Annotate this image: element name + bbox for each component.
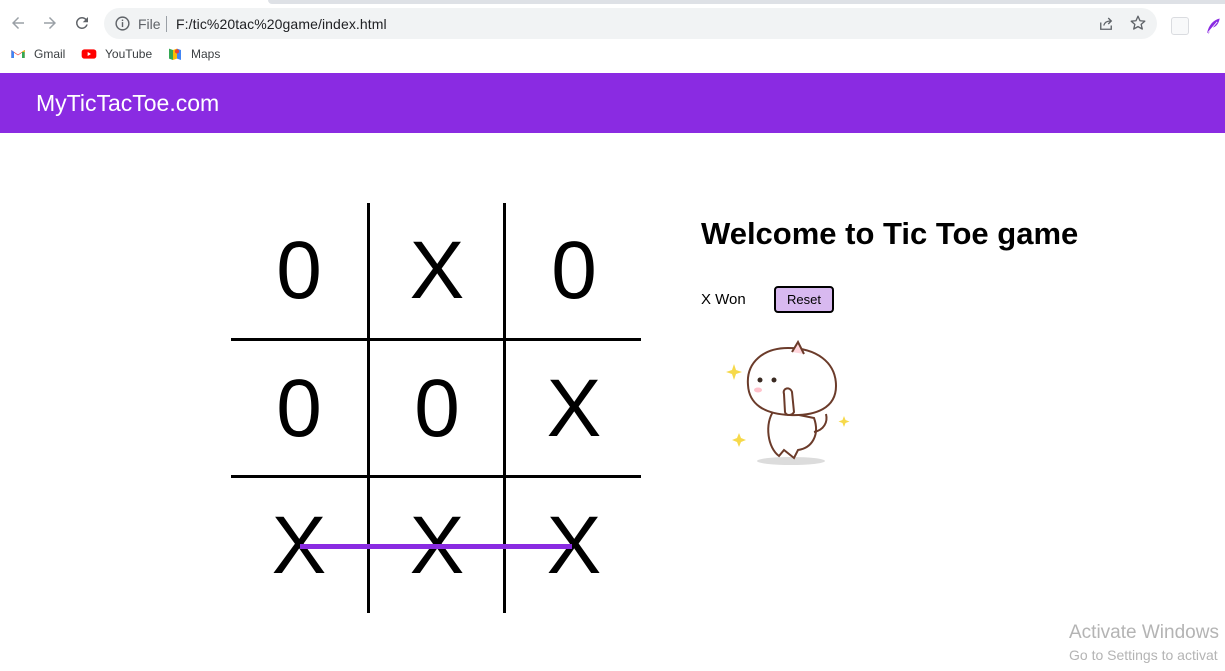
watermark-subtitle: Go to Settings to activat [1069,647,1218,663]
back-button[interactable] [4,9,32,37]
game-status: X Won [701,291,746,308]
scheme-label: File [138,16,161,32]
reload-button[interactable] [68,9,96,37]
forward-button[interactable] [36,9,64,37]
extension-icon[interactable] [1171,17,1189,35]
board-cell[interactable]: X [506,341,642,477]
bookmark-label: Gmail [34,47,66,61]
board-cell[interactable]: 0 [506,203,642,339]
browser-toolbar: File F:/tic%20tac%20game/index.html [0,4,1225,42]
feather-extension-icon[interactable] [1203,15,1223,37]
bookmark-label: Maps [191,47,221,61]
gmail-icon [11,50,25,58]
celebration-cat-image [726,340,850,465]
youtube-icon [81,49,97,59]
back-arrow-icon [12,17,24,29]
bookmarks-bar: Gmail YouTube Maps [0,42,1225,66]
windows-activation-watermark: Activate Windows Go to Settings to activ… [1069,622,1225,663]
reset-button[interactable]: Reset [774,286,834,313]
forward-arrow-icon [44,17,56,29]
info-icon[interactable] [114,15,131,32]
address-separator [166,16,167,32]
board-cell[interactable]: 0 [369,341,505,477]
bookmark-label: YouTube [105,47,153,61]
maps-icon [169,48,181,60]
bookmark-star-icon[interactable] [1129,14,1147,32]
page-title: Welcome to Tic Toe game [701,216,1079,251]
winning-line [300,544,572,549]
bookmark-gmail[interactable]: Gmail [10,45,65,63]
share-icon[interactable] [1097,15,1115,33]
game-board: 0 X 0 0 0 X X X X [231,203,641,613]
site-brand-link[interactable]: MyTicTacToe.com [36,90,219,117]
reload-icon [75,16,88,29]
site-navbar: MyTicTacToe.com [0,73,1225,133]
url-text[interactable]: F:/tic%20tac%20game/index.html [176,16,387,32]
address-bar[interactable]: File F:/tic%20tac%20game/index.html [104,8,1157,39]
bookmark-maps[interactable]: Maps [167,45,220,63]
board-cell[interactable]: 0 [231,341,367,477]
board-cell[interactable]: X [369,203,505,339]
board-cell[interactable]: 0 [231,203,367,339]
game-info-panel: Welcome to Tic Toe game [701,216,1078,252]
watermark-title: Activate Windows [1069,622,1219,643]
bookmark-youtube[interactable]: YouTube [81,45,152,63]
